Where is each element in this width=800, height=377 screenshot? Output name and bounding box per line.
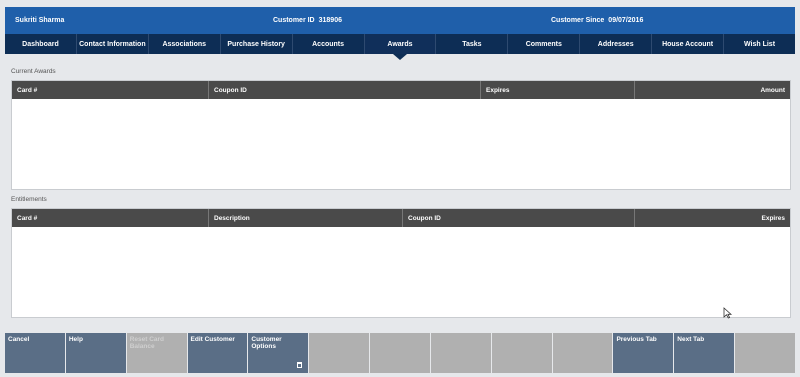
customer-options-label: Customer Options — [251, 336, 282, 350]
tab-accounts[interactable]: Accounts — [291, 34, 364, 54]
empty-button-slot — [552, 333, 613, 373]
entitlements-header: Card # Description Coupon ID Expires — [12, 209, 790, 227]
cancel-button[interactable]: Cancel — [5, 333, 65, 373]
tab-house-account[interactable]: House Account — [651, 34, 723, 54]
customer-tabs: Dashboard Contact Information Associatio… — [5, 34, 795, 60]
customer-header: Sukriti Sharma Customer ID 318906 Custome… — [5, 7, 795, 34]
tab-addresses[interactable]: Addresses — [579, 34, 651, 54]
entitlements-title: Entitlements — [11, 196, 47, 203]
column-header-coupon-id: Coupon ID — [402, 209, 634, 227]
column-header-expires: Expires — [480, 81, 634, 99]
action-bar: Cancel Help Reset Card Balance Edit Cust… — [5, 333, 795, 373]
empty-button-slot — [735, 333, 795, 373]
tab-awards[interactable]: Awards — [363, 34, 436, 60]
current-awards-title: Current Awards — [11, 68, 56, 75]
column-header-description: Description — [208, 209, 402, 227]
tab-dashboard[interactable]: Dashboard — [5, 34, 76, 54]
next-tab-button[interactable]: Next Tab — [674, 333, 735, 373]
customer-id-block: Customer ID 318906 — [273, 17, 342, 24]
column-header-card: Card # — [17, 86, 38, 94]
previous-tab-button[interactable]: Previous Tab — [613, 333, 674, 373]
empty-button-slot — [491, 333, 552, 373]
customer-since-block: Customer Since 09/07/2016 — [551, 17, 643, 24]
tab-wish-list[interactable]: Wish List — [723, 34, 795, 54]
customer-id-value: 318906 — [318, 17, 342, 24]
empty-button-slot — [309, 333, 370, 373]
help-button[interactable]: Help — [65, 333, 126, 373]
current-awards-header: Card # Coupon ID Expires Amount — [12, 81, 790, 99]
customer-id-label: Customer ID — [273, 17, 315, 24]
tab-purchase-history[interactable]: Purchase History — [219, 34, 292, 54]
customer-since-value: 09/07/2016 — [608, 17, 644, 24]
empty-button-slot — [370, 333, 430, 373]
tab-tasks[interactable]: Tasks — [435, 34, 507, 54]
tab-contact-information[interactable]: Contact Information — [75, 34, 148, 54]
edit-customer-button[interactable]: Edit Customer — [187, 333, 248, 373]
mouse-cursor-icon — [723, 307, 733, 319]
customer-since-label: Customer Since — [551, 17, 605, 24]
tab-associations[interactable]: Associations — [147, 34, 220, 54]
reset-card-balance-button: Reset Card Balance — [126, 333, 187, 373]
customer-name: Sukriti Sharma — [15, 17, 65, 24]
empty-button-slot — [430, 333, 491, 373]
column-header-card: Card # — [17, 214, 38, 222]
customer-options-button[interactable]: Customer Options — [248, 333, 309, 373]
current-awards-table: Card # Coupon ID Expires Amount — [11, 80, 791, 190]
entitlements-table: Card # Description Coupon ID Expires — [11, 208, 791, 318]
trash-icon — [297, 362, 303, 368]
tab-comments[interactable]: Comments — [507, 34, 579, 54]
column-header-coupon-id: Coupon ID — [208, 81, 480, 99]
column-header-amount: Amount — [634, 81, 790, 99]
column-header-expires: Expires — [634, 209, 790, 227]
